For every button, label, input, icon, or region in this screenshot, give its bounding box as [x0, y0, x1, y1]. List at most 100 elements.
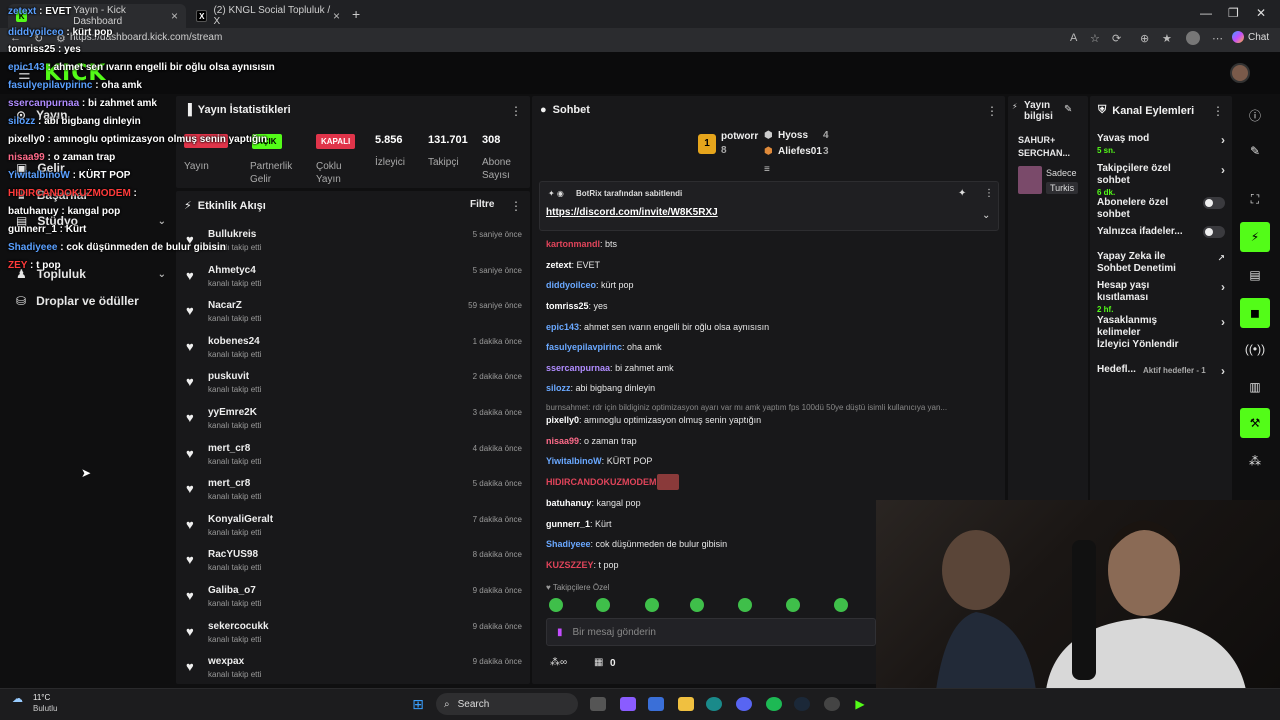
- broadcast-icon[interactable]: ((•)): [1240, 334, 1270, 364]
- pin-action-icon[interactable]: ✦: [958, 188, 966, 199]
- chat-username[interactable]: batuhanuy: [546, 498, 592, 508]
- feed-item[interactable]: ♥ KonyaliGeralt kanalı takip etti 7 dakika …: [184, 512, 524, 546]
- chat-username[interactable]: tomriss25: [546, 301, 589, 311]
- emote-icon[interactable]: [596, 598, 610, 612]
- tag-chip[interactable]: Turkis: [1046, 182, 1079, 194]
- feed-item[interactable]: ♥ kobenes24 kanalı takip etti 1 dakika önce: [184, 334, 524, 368]
- emote-icon[interactable]: [786, 598, 800, 612]
- avatar[interactable]: [1230, 63, 1250, 83]
- chat-username[interactable]: fasulyepilavpirinc: [546, 342, 622, 352]
- chat-icon[interactable]: ◼: [1240, 298, 1270, 328]
- kebab-menu-icon[interactable]: ⋮: [510, 199, 522, 213]
- browser-tab-x[interactable]: X (2) KNGL Social Topluluk / X ×: [188, 4, 348, 28]
- kebab-menu-icon[interactable]: ⋮: [984, 188, 994, 199]
- emote-icon[interactable]: [738, 598, 752, 612]
- kebab-menu-icon[interactable]: ⋮: [510, 104, 522, 118]
- channel-action-item[interactable]: Yavaş mod 5 sn. ›: [1097, 133, 1225, 157]
- obs-icon[interactable]: [824, 697, 840, 711]
- discord-icon[interactable]: [736, 697, 752, 711]
- task-view-icon[interactable]: [590, 697, 606, 711]
- more-icon[interactable]: ⋯: [1212, 32, 1223, 45]
- feed-item[interactable]: ♥ mert_cr8 kanalı takip etti 5 dakika önce: [184, 476, 524, 510]
- channel-action-item[interactable]: Yasaklanmış kelimeler ›: [1097, 315, 1225, 339]
- feed-item[interactable]: ♥ NacarZ kanalı takip etti 59 saniye önce: [184, 298, 524, 332]
- sidebar-item-drops[interactable]: ⛁ Droplar ve ödüller: [16, 294, 166, 308]
- mic-icon[interactable]: ▮: [557, 627, 563, 638]
- feed-item[interactable]: ♥ puskuvit kanalı takip etti 2 dakika önce: [184, 369, 524, 403]
- chat-username[interactable]: gunnerr_1: [546, 519, 590, 529]
- favorites-icon[interactable]: ★: [1162, 32, 1172, 45]
- emote-icon[interactable]: [690, 598, 704, 612]
- chat-username[interactable]: ssercanpurnaa: [546, 363, 610, 373]
- kebab-menu-icon[interactable]: ⋮: [1212, 104, 1224, 118]
- multistream-badge[interactable]: KAPALI: [316, 134, 356, 149]
- channel-action-item[interactable]: Hedefl... Aktif hedefler - 1 ›: [1097, 364, 1225, 377]
- channel-action-item[interactable]: Abonelere özel sohbet: [1097, 197, 1225, 221]
- toggle-switch[interactable]: [1203, 226, 1225, 238]
- info-icon[interactable]: ⓘ: [1240, 100, 1270, 130]
- copilot-taskbar-icon[interactable]: [620, 697, 636, 711]
- feed-item[interactable]: ♥ wexpax kanalı takip etti 9 dakika önce: [184, 654, 524, 688]
- channel-action-item[interactable]: Yalnızca ifadeler...: [1097, 226, 1225, 238]
- wrench-icon[interactable]: ⚒: [1240, 408, 1270, 438]
- close-window-icon[interactable]: ✕: [1256, 6, 1266, 20]
- chat-username[interactable]: KUZSZZEY: [546, 560, 594, 570]
- feed-item[interactable]: ♥ Galiba_o7 kanalı takip etti 9 dakika önce: [184, 583, 524, 617]
- feed-item[interactable]: ♥ Bullukreis kanalı takip etti 5 saniye önc…: [184, 227, 524, 261]
- chat-username[interactable]: Shadiyeee: [546, 539, 591, 549]
- emote-icon[interactable]: [549, 598, 563, 612]
- filter-button[interactable]: Filtre: [470, 199, 494, 210]
- close-tab-icon[interactable]: ×: [171, 9, 178, 23]
- minimize-icon[interactable]: —: [1200, 6, 1212, 20]
- toggle-switch[interactable]: [1203, 197, 1225, 209]
- channel-action-item[interactable]: Takipçilere özel sohbet 6 dk. ›: [1097, 163, 1225, 199]
- steam-icon[interactable]: [794, 697, 810, 711]
- feed-item[interactable]: ♥ sekercocukk kanalı takip etti 9 dakika ön…: [184, 619, 524, 653]
- chat-username[interactable]: HIDIRCANDOKUZMODEM: [546, 477, 657, 487]
- server-icon[interactable]: ▥: [1240, 372, 1270, 402]
- split-icon[interactable]: ⊕: [1140, 32, 1149, 45]
- close-tab-icon[interactable]: ×: [333, 9, 340, 23]
- channel-action-item[interactable]: İzleyici Yönlendir: [1097, 339, 1225, 351]
- emote-picker-icon[interactable]: ⁂∞: [550, 657, 567, 668]
- lightning-icon[interactable]: ⚡: [1240, 222, 1270, 252]
- spotify-icon[interactable]: [766, 697, 782, 711]
- feed-item[interactable]: ♥ RacYUS98 kanalı takip etti 8 dakika önce: [184, 547, 524, 581]
- edit-icon[interactable]: ✎: [1064, 104, 1072, 115]
- pencil-icon[interactable]: ✎: [1240, 136, 1270, 166]
- chat-username[interactable]: pixelly0: [546, 415, 579, 425]
- kebab-menu-icon[interactable]: ⋮: [986, 104, 998, 118]
- feed-item[interactable]: ♥ yyEmre2K kanalı takip etti 3 dakika önce: [184, 405, 524, 439]
- podium-name[interactable]: potworr: [721, 131, 758, 142]
- edge-icon[interactable]: [706, 697, 722, 711]
- camera-icon[interactable]: ⛶: [1240, 184, 1270, 214]
- kick-app-icon[interactable]: ▶: [852, 697, 868, 711]
- channel-action-item[interactable]: Yapay Zeka ile Sohbet Denetimi ↗: [1097, 251, 1225, 275]
- file-explorer-icon[interactable]: [678, 697, 694, 711]
- maximize-icon[interactable]: ❐: [1228, 6, 1239, 20]
- chat-input[interactable]: ▮ Bir mesaj gönderin: [546, 618, 876, 646]
- emote-icon[interactable]: [645, 598, 659, 612]
- expand-icon[interactable]: ≡: [764, 164, 770, 175]
- gift-icon[interactable]: ▦: [594, 657, 603, 668]
- favorite-icon[interactable]: ☆: [1090, 32, 1100, 45]
- podium-name[interactable]: Hyoss: [778, 130, 808, 141]
- chat-username[interactable]: nisaa99: [546, 436, 579, 446]
- store-icon[interactable]: [648, 697, 664, 711]
- share-icon[interactable]: ⁂: [1240, 446, 1270, 476]
- copilot-chat-button[interactable]: Chat: [1232, 31, 1269, 43]
- feed-item[interactable]: ♥ Ahmetyc4 kanalı takip etti 5 saniye önce: [184, 263, 524, 297]
- taskbar-search[interactable]: ⌕ Search: [436, 693, 578, 715]
- read-aloud-icon[interactable]: A: [1070, 32, 1077, 44]
- chat-username[interactable]: zetext: [546, 260, 572, 270]
- emote-icon[interactable]: [834, 598, 848, 612]
- channel-action-item[interactable]: Hesap yaşı kısıtlaması 2 hf. ›: [1097, 280, 1225, 316]
- document-icon[interactable]: ▤: [1240, 260, 1270, 290]
- chat-username[interactable]: diddyoilceo: [546, 280, 596, 290]
- new-tab-button[interactable]: +: [352, 6, 360, 22]
- windows-start-icon[interactable]: ⊞: [410, 696, 426, 712]
- feed-item[interactable]: ♥ mert_cr8 kanalı takip etti 4 dakika önce: [184, 441, 524, 475]
- chat-username[interactable]: kartonmandl: [546, 239, 600, 249]
- podium-name[interactable]: Aliefes01: [778, 146, 822, 157]
- chat-username[interactable]: YiwitalbinoW: [546, 456, 602, 466]
